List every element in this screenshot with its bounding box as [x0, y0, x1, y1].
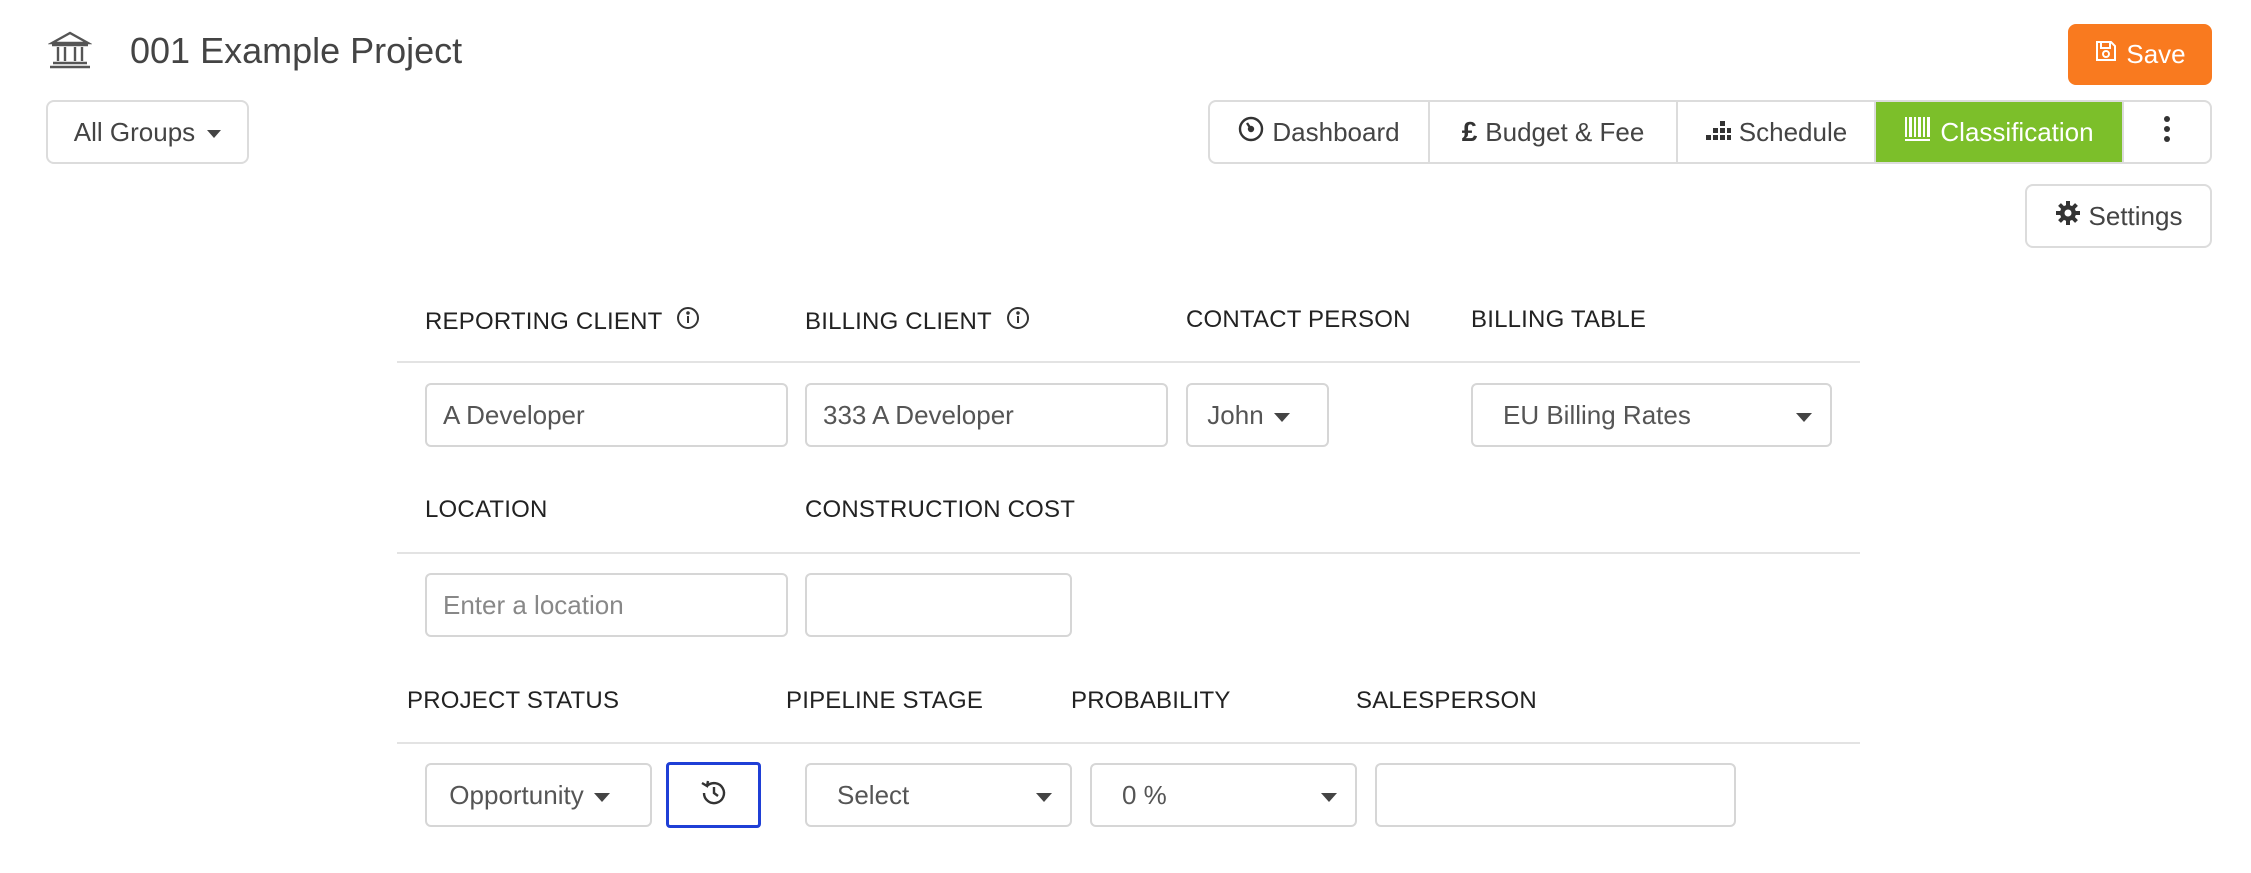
save-button[interactable]: Save	[2068, 24, 2212, 85]
probability-label: PROBABILITY	[1071, 687, 1231, 714]
billing-table-select[interactable]: EU Billing Rates	[1471, 383, 1832, 447]
project-status-value: Opportunity	[449, 779, 584, 810]
settings-button[interactable]: Settings	[2025, 184, 2212, 248]
reporting-client-label: REPORTING CLIENT	[425, 306, 700, 337]
floppy-disk-icon	[2094, 39, 2118, 70]
contact-person-dropdown[interactable]: John	[1186, 383, 1329, 447]
save-label: Save	[2126, 39, 2186, 69]
contact-person-value: John	[1207, 399, 1264, 430]
tab-dashboard-label: Dashboard	[1272, 116, 1400, 147]
project-status-dropdown[interactable]: Opportunity	[425, 763, 652, 827]
caret-down-icon	[1796, 412, 1812, 422]
location-input[interactable]: Enter a location	[425, 573, 788, 637]
page-title: 001 Example Project	[130, 30, 463, 71]
salesperson-label: SALESPERSON	[1356, 687, 1537, 714]
all-groups-label: All Groups	[73, 116, 196, 147]
tab-classification-label: Classification	[1940, 116, 2094, 147]
gauge-icon	[1238, 116, 1264, 149]
caret-down-icon	[1321, 792, 1337, 802]
barcode-icon	[1904, 116, 1932, 149]
project-nav: Dashboard £ Budget & Fee Schedule Classi…	[1208, 100, 2212, 164]
bank-building-icon	[47, 28, 93, 72]
pipeline-stage-select[interactable]: Select	[805, 763, 1072, 827]
caret-down-icon	[1273, 412, 1290, 422]
divider	[397, 552, 1860, 554]
billing-table-value: EU Billing Rates	[1503, 399, 1691, 430]
settings-label: Settings	[2088, 200, 2183, 231]
gear-icon	[2055, 200, 2081, 233]
tab-dashboard[interactable]: Dashboard	[1210, 102, 1430, 162]
billing-client-input[interactable]: 333 A Developer	[805, 383, 1168, 447]
divider	[397, 361, 1860, 363]
caret-down-icon	[1036, 792, 1052, 802]
probability-select[interactable]: 0 %	[1090, 763, 1357, 827]
tab-budget-fee-label: Budget & Fee	[1485, 116, 1645, 147]
tab-schedule-label: Schedule	[1738, 116, 1848, 147]
info-icon[interactable]	[1006, 306, 1030, 337]
tab-classification[interactable]: Classification	[1876, 102, 2124, 162]
tab-schedule[interactable]: Schedule	[1678, 102, 1876, 162]
tab-budget-fee[interactable]: £ Budget & Fee	[1430, 102, 1678, 162]
status-history-button[interactable]	[666, 762, 761, 828]
pipeline-stage-value: Select	[837, 779, 910, 810]
history-icon	[699, 778, 729, 813]
vertical-ellipsis-icon	[2162, 115, 2172, 150]
all-groups-dropdown[interactable]: All Groups	[46, 100, 249, 164]
construction-cost-input[interactable]	[805, 573, 1072, 637]
probability-value: 0 %	[1122, 779, 1167, 810]
location-label: LOCATION	[425, 496, 548, 523]
pound-sign-icon: £	[1461, 116, 1478, 147]
caret-down-icon	[593, 792, 610, 802]
bar-chart-icon	[1705, 116, 1731, 149]
pipeline-stage-label: PIPELINE STAGE	[786, 687, 984, 714]
divider	[397, 742, 1860, 744]
info-icon[interactable]	[676, 306, 700, 337]
caret-down-icon	[207, 130, 222, 138]
salesperson-input[interactable]	[1375, 763, 1736, 827]
billing-client-label-text: BILLING CLIENT	[805, 307, 992, 335]
reporting-client-label-text: REPORTING CLIENT	[425, 307, 663, 335]
billing-table-label: BILLING TABLE	[1471, 306, 1647, 333]
billing-client-label: BILLING CLIENT	[805, 306, 1030, 337]
reporting-client-input[interactable]: A Developer	[425, 383, 788, 447]
contact-person-label: CONTACT PERSON	[1186, 306, 1411, 333]
project-status-label: PROJECT STATUS	[407, 687, 620, 714]
more-options-button[interactable]	[2124, 102, 2210, 162]
construction-cost-label: CONSTRUCTION COST	[805, 496, 1076, 523]
